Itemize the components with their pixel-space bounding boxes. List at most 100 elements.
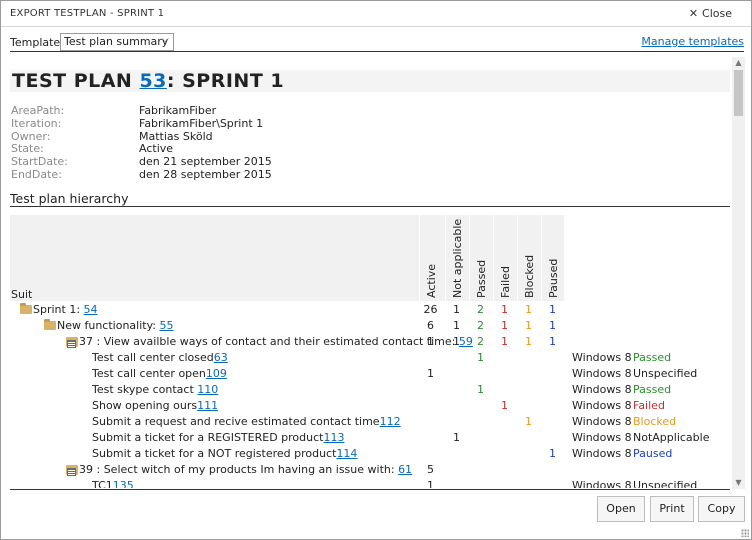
suite-id-link[interactable]: 54	[84, 303, 98, 316]
template-select-value: Test plan summary	[64, 35, 169, 48]
configuration-cell: Windows 8	[572, 431, 632, 444]
suite-id-link[interactable]: 55	[160, 319, 174, 332]
count-cell: 1	[453, 431, 460, 444]
requirement-suite-icon	[66, 465, 78, 476]
plan-metadata: AreaPath: FabrikamFiber Iteration: Fabrikam…	[11, 104, 411, 181]
suite-label: 37 : View availble ways of contact and t…	[79, 335, 459, 348]
close-icon: ✕	[688, 7, 699, 20]
meta-key: EndDate:	[11, 167, 62, 181]
hierarchy-row: Submit a ticket for a NOT registered pro…	[10, 446, 730, 462]
scroll-thumb[interactable]	[734, 70, 743, 116]
suite-label: Sprint 1:	[33, 303, 84, 316]
meta-row: StartDate: den 21 september 2015	[11, 155, 411, 168]
column-header: Failed	[493, 215, 516, 301]
plan-title-suffix: : SPRINT 1	[166, 70, 285, 92]
suite-id-link[interactable]: 61	[398, 463, 412, 476]
scroll-up-icon[interactable]: ▲	[732, 57, 745, 69]
suite-id-link[interactable]: 111	[197, 399, 218, 412]
hierarchy-row: New functionality: 55 6 1 2 1 1 1	[10, 318, 730, 334]
configuration-cell: Windows 8	[572, 351, 632, 364]
suite-id-link[interactable]: 114	[336, 447, 357, 460]
suite-id-link[interactable]: 112	[380, 415, 401, 428]
suite-id-link[interactable]: 109	[206, 367, 227, 380]
meta-value: FabrikamFiber	[139, 104, 217, 117]
column-header-label: Paused	[547, 258, 560, 298]
suite-label: Submit a ticket for a REGISTERED product	[92, 431, 324, 444]
suite-name: Submit a ticket for a REGISTERED product…	[92, 431, 344, 444]
suite-label: New functionality:	[57, 319, 160, 332]
count-cell: 2	[477, 303, 484, 316]
meta-value: Active	[139, 142, 174, 156]
hierarchy-row: Test call center closed63 1 Windows 8 Passe…	[10, 350, 730, 366]
meta-key: Owner:	[11, 129, 51, 143]
scroll-down-icon[interactable]: ▼	[732, 477, 745, 489]
hierarchy-row: Show opening ours111 1 Windows 8 Failed	[10, 398, 730, 414]
manage-templates-link[interactable]: Manage templates	[641, 35, 744, 48]
column-header-label: Passed	[475, 259, 488, 298]
suite-label: Test call center open	[92, 367, 206, 380]
close-button[interactable]: ✕ Close	[689, 7, 732, 20]
preview-bottom-divider	[10, 489, 730, 490]
count-cell: 1	[453, 319, 460, 332]
suit-column-header: Suit	[11, 288, 33, 301]
suite-name: Test skype contact 110	[92, 383, 218, 396]
count-cell: 1	[501, 303, 508, 316]
copy-button[interactable]: Copy	[698, 496, 745, 522]
hierarchy-row: Test call center open109 1 Windows 8 Unspec…	[10, 366, 730, 382]
outcome-cell: Blocked	[633, 415, 677, 428]
print-button[interactable]: Print	[650, 496, 694, 522]
suite-id-link[interactable]: 113	[323, 431, 344, 444]
meta-row: AreaPath: FabrikamFiber	[11, 104, 411, 117]
meta-value: den 21 september 2015	[139, 155, 272, 169]
suite-id-link[interactable]: 110	[197, 383, 218, 396]
meta-key: AreaPath:	[11, 104, 65, 117]
meta-value: Mattias Sköld	[139, 129, 213, 143]
meta-value: den 28 september 2015	[139, 167, 272, 181]
suite-name: 39 : Select witch of my products Im havi…	[79, 463, 412, 476]
resize-grip-icon[interactable]	[741, 529, 749, 537]
count-cell: 1	[549, 447, 556, 460]
suite-name: Test call center open109	[92, 367, 227, 380]
vertical-scrollbar[interactable]: ▲ ▼	[732, 57, 745, 489]
configuration-cell: Windows 8	[572, 479, 632, 488]
count-cell: 1	[549, 303, 556, 316]
count-cell: 2	[477, 319, 484, 332]
column-header-label: Not applicable	[451, 218, 464, 298]
configuration-cell: Windows 8	[572, 415, 632, 428]
suite-name: Submit a request and recive estimated co…	[92, 415, 401, 428]
suite-id-link[interactable]: 135	[113, 479, 134, 488]
open-button[interactable]: Open	[597, 496, 645, 522]
meta-key: StartDate:	[11, 155, 68, 169]
meta-value: FabrikamFiber\Sprint 1	[139, 116, 264, 130]
count-cell: 1	[525, 415, 532, 428]
hierarchy-row: Test skype contact 110 1 Windows 8 Passed	[10, 382, 730, 398]
count-cell: 1	[427, 335, 434, 348]
meta-row: EndDate: den 28 september 2015	[11, 168, 411, 181]
suite-id-link[interactable]: 63	[214, 351, 228, 364]
title-bar: EXPORT TESTPLAN - SPRINT 1 ✕ Close	[1, 1, 751, 27]
suite-label: TC1	[92, 479, 113, 488]
folder-icon	[44, 319, 56, 330]
outcome-cell: Paused	[633, 447, 673, 460]
count-cell: 26	[423, 303, 438, 316]
plan-id-link[interactable]: 53	[139, 70, 166, 92]
report-preview[interactable]: TEST PLAN 53: SPRINT 1 AreaPath: Fabrikam…	[10, 62, 730, 488]
template-label: Template:	[10, 36, 64, 49]
template-select[interactable]: Test plan summary ⌵	[60, 33, 174, 51]
suite-name: New functionality: 55	[57, 319, 174, 332]
column-header-label: Blocked	[523, 254, 536, 298]
suite-name: TC1135	[92, 479, 134, 488]
hierarchy-row: 39 : Select witch of my products Im havi…	[10, 462, 730, 478]
column-header-label: Active	[425, 263, 438, 298]
count-cell: 6	[427, 319, 434, 332]
close-label: Close	[702, 7, 732, 20]
suite-name: Test call center closed63	[92, 351, 228, 364]
meta-row: State: Active	[11, 142, 411, 155]
outcome-cell: Passed	[633, 351, 672, 364]
suite-label: 39 : Select witch of my products Im havi…	[79, 463, 399, 476]
count-cell: 1	[501, 399, 508, 412]
folder-icon	[20, 303, 32, 314]
suite-label: Test skype contact	[92, 383, 198, 396]
column-header: Blocked	[517, 215, 540, 301]
suite-name: 37 : View availble ways of contact and t…	[79, 335, 473, 348]
